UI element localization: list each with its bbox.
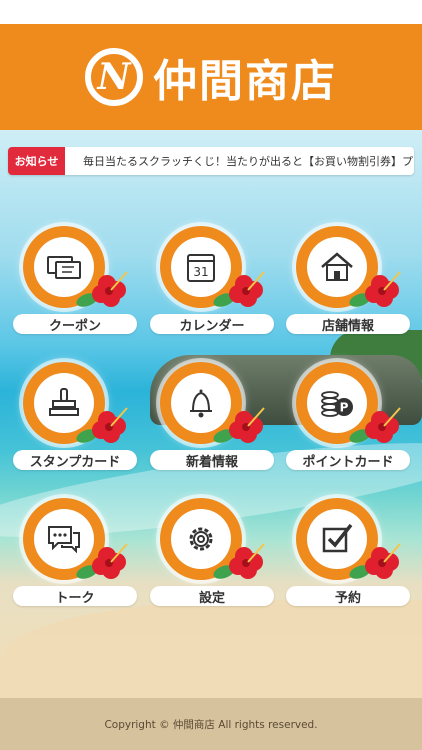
menu-store-info[interactable]: 店舗情報 [286,226,410,338]
notice-badge: お知らせ [8,147,65,175]
hibiscus-icon [349,543,401,579]
notice-bar[interactable]: お知らせ 毎日当たるスクラッチくじ！当たりが出ると【お買い物割引券】プレゼント [8,147,414,175]
hibiscus-icon [213,543,265,579]
menu-reservation[interactable]: 予約 [286,498,410,610]
hibiscus-icon [76,543,128,579]
hibiscus-icon [213,271,265,307]
menu-label[interactable]: ポイントカード [286,450,410,470]
calendar-date: 31 [193,265,208,279]
copyright-text: Copyright © 仲間商店 All rights reserved. [104,718,318,731]
menu-label[interactable]: 店舗情報 [286,314,410,334]
status-bar [0,0,422,24]
hibiscus-icon [76,271,128,307]
menu-stamp-card[interactable]: スタンプカード [13,362,137,474]
menu-label[interactable]: カレンダー [150,314,274,334]
hibiscus-icon [349,407,401,443]
menu-label[interactable]: 予約 [286,586,410,606]
menu-news[interactable]: 新着情報 [150,362,274,474]
menu-label[interactable]: 設定 [150,586,274,606]
menu-point-card[interactable]: P ポイントカード [286,362,410,474]
app-header: N 仲間商店 [0,24,422,130]
menu-label[interactable]: 新着情報 [150,450,274,470]
menu-talk[interactable]: トーク [13,498,137,610]
footer: Copyright © 仲間商店 All rights reserved. [0,698,422,750]
hibiscus-icon [76,407,128,443]
menu-coupon[interactable]: クーポン [13,226,137,338]
hibiscus-icon [213,407,265,443]
sand-shore [0,600,422,698]
menu-label[interactable]: スタンプカード [13,450,137,470]
menu-label[interactable]: クーポン [13,314,137,334]
menu-calendar[interactable]: 31 カレンダー [150,226,274,338]
hibiscus-icon [349,271,401,307]
notice-ticker-text[interactable]: 毎日当たるスクラッチくじ！当たりが出ると【お買い物割引券】プレゼント [65,153,414,169]
menu-label[interactable]: トーク [13,586,137,606]
menu-settings[interactable]: 設定 [150,498,274,610]
logo-icon: N [85,48,143,106]
app-title: 仲間商店 [153,56,337,107]
